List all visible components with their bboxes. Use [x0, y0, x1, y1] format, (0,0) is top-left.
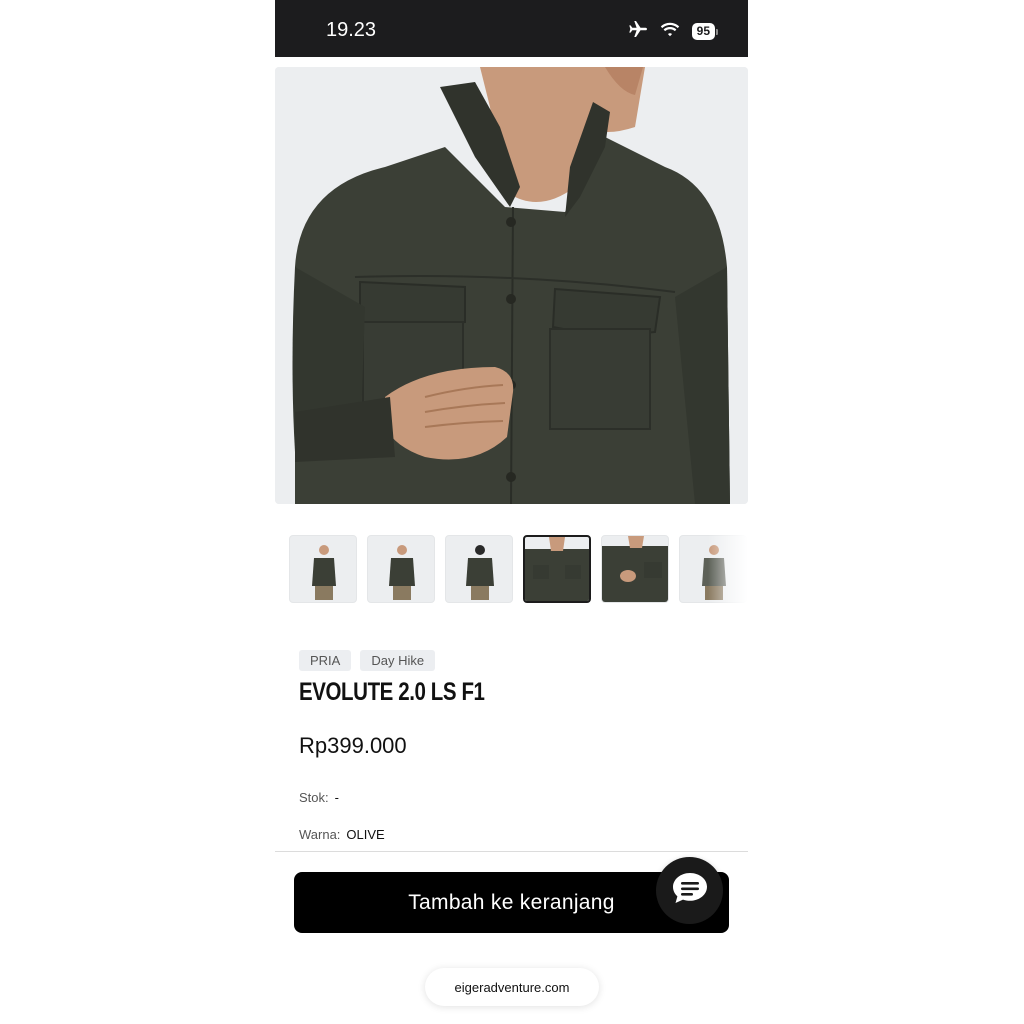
chat-icon [671, 871, 709, 910]
thumbnail-front-full[interactable] [289, 535, 357, 603]
stock-label: Stok: [299, 790, 329, 805]
browser-url-bar[interactable]: eigeradventure.com [425, 968, 599, 1006]
thumbnail-front-angle[interactable] [367, 535, 435, 603]
tag-gender[interactable]: PRIA [299, 650, 352, 671]
status-bar: 19.23 95 [275, 0, 748, 57]
phone-screen: 19.23 95 PRIA Day Hike EVOLUTE 2.0 LS F1… [275, 0, 748, 1024]
thumbnail-strip [289, 535, 748, 605]
thumbnail-back[interactable] [445, 535, 513, 603]
product-title: EVOLUTE 2.0 LS F1 [299, 678, 485, 706]
color-row: Warna: OLIVE [299, 827, 385, 842]
url-text: eigeradventure.com [454, 979, 570, 995]
thumbnail-fade [708, 535, 748, 605]
color-value: OLIVE [346, 827, 385, 842]
status-time: 19.23 [326, 19, 377, 41]
shirt-photo-illustration [275, 67, 748, 504]
stock-value: - [334, 790, 339, 805]
thumbnail-chest-closeup[interactable] [523, 535, 591, 603]
airplane-icon [628, 20, 648, 43]
product-tags: PRIA Day Hike [299, 650, 436, 671]
status-icons: 95 [628, 20, 718, 43]
color-label: Warna: [299, 827, 341, 842]
tag-activity[interactable]: Day Hike [360, 650, 436, 671]
battery-level: 95 [691, 23, 715, 40]
product-price: Rp399.000 [299, 733, 407, 758]
thumbnail-pocket-closeup[interactable] [601, 535, 669, 603]
stock-row: Stok: - [299, 790, 339, 805]
wifi-icon [660, 22, 680, 42]
battery-icon: 95 [691, 23, 718, 40]
product-hero-image[interactable] [275, 67, 748, 504]
divider [275, 851, 748, 852]
chat-button[interactable] [656, 857, 723, 924]
